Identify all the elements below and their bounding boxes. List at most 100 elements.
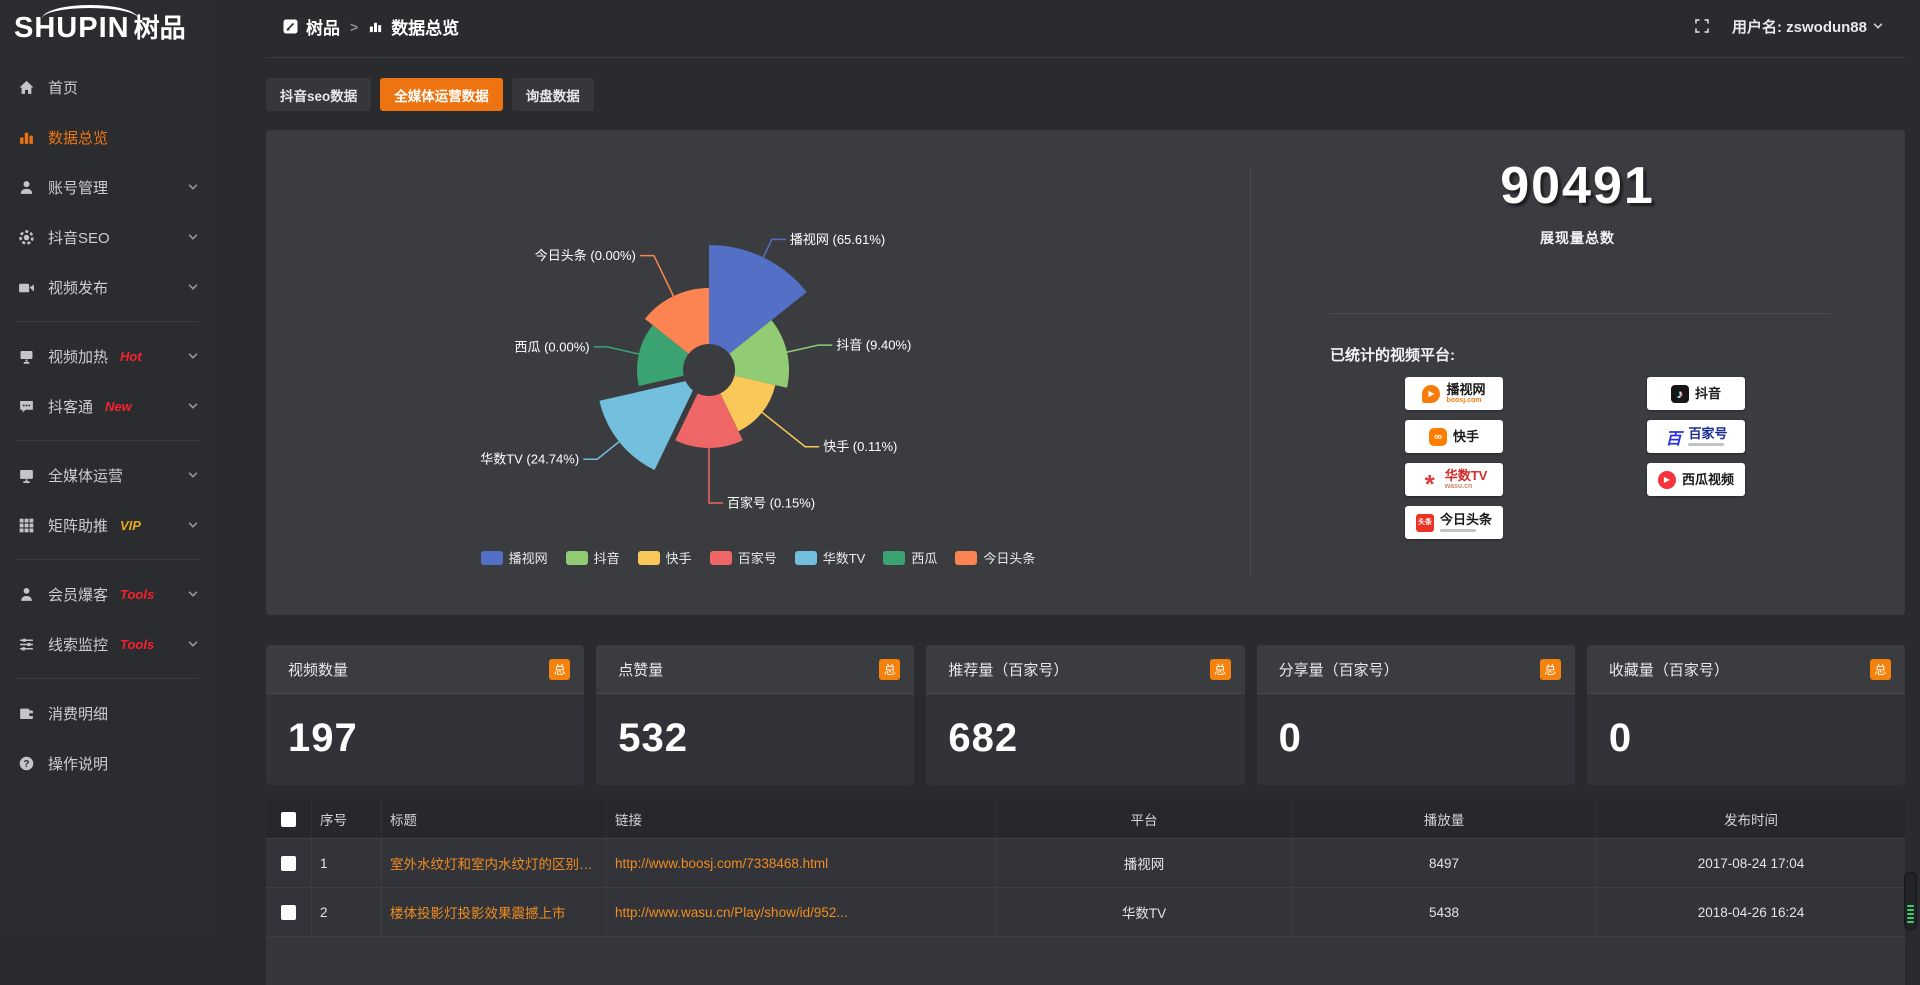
overview-icon: [368, 19, 383, 34]
video-url-link[interactable]: http://www.wasu.cn/Play/show/id/952...: [615, 905, 848, 920]
legend-item[interactable]: 百家号: [710, 548, 777, 567]
column-header: 标题: [381, 800, 606, 838]
logo-text-cn: 树品: [134, 15, 186, 41]
total-badge: 总: [549, 659, 570, 680]
sidebar-item[interactable]: 会员爆客 Tools: [0, 569, 215, 619]
tab-1[interactable]: 全媒体运营数据: [380, 78, 503, 111]
legend-label: 西瓜: [911, 548, 937, 567]
platform-badge-toutiao: 头条 今日头条: [1405, 506, 1503, 539]
stat-card: 推荐量（百家号） 总 682: [926, 645, 1244, 785]
platform-badge-boosj: ▶ 播视网boosj.com: [1405, 377, 1503, 410]
legend-label: 快手: [666, 548, 692, 567]
table-row: 2 楼体投影灯投影效果震撼上市 http://www.wasu.cn/Play/…: [266, 887, 1905, 936]
sidebar-item[interactable]: 视频发布: [0, 262, 215, 312]
total-impressions-value: 90491: [1250, 156, 1905, 216]
sidebar-item-badge: New: [105, 399, 132, 414]
cell-no: 2: [311, 888, 381, 936]
breadcrumb-current: 数据总览: [391, 14, 459, 39]
sidebar-item-label: 全媒体运营: [48, 465, 123, 486]
legend-label: 百家号: [738, 548, 777, 567]
sliders-icon: [16, 635, 36, 653]
stat-card-value: 532: [596, 694, 914, 761]
pie-label-line: [761, 412, 819, 447]
summary-zone: 90491 展现量总数 已统计的视频平台: ▶ 播视网boosj.com∞ 快手…: [1250, 130, 1905, 615]
pie-label: 播视网 (65.61%): [790, 232, 885, 247]
platform-name: 华数TV: [1445, 469, 1488, 483]
stat-card-header: 分享量（百家号） 总: [1257, 645, 1575, 694]
legend-swatch: [795, 551, 817, 565]
platform-badges-left: ▶ 播视网boosj.com∞ 快手* 华数TVwasu.cn头条 今日头条: [1405, 377, 1503, 539]
stat-card-title: 视频数量: [288, 659, 348, 680]
video-title-link[interactable]: 楼体投影灯投影效果震撼上市: [390, 902, 566, 922]
sidebar-item[interactable]: 抖音SEO: [0, 212, 215, 262]
sidebar-item[interactable]: 消费明细: [0, 688, 215, 738]
pie-label-line: [763, 239, 786, 258]
stat-card-header: 收藏量（百家号） 总: [1587, 645, 1905, 694]
fullscreen-icon[interactable]: [1694, 18, 1710, 34]
pie-label: 快手 (0.11%): [823, 439, 897, 454]
baijiahao-logo-icon: 百: [1664, 428, 1682, 446]
cell-time: 2017-08-24 17:04: [1596, 839, 1905, 887]
chevron-down-icon: [187, 519, 199, 531]
pie-label-line: [640, 256, 674, 297]
sidebar-item[interactable]: ? 操作说明: [0, 738, 215, 788]
sidebar-item[interactable]: 视频加热 Hot: [0, 331, 215, 381]
sidebar-item-label: 线索监控: [48, 634, 108, 655]
row-checkbox[interactable]: [281, 856, 296, 871]
chart-legend: 播视网 抖音 快手 百家号 华数TV 西瓜 今日头条: [266, 548, 1250, 567]
wasu-logo-icon: *: [1421, 466, 1439, 493]
cell-title: 楼体投影灯投影效果震撼上市: [381, 888, 606, 936]
breadcrumb-separator: >: [350, 19, 358, 35]
legend-item[interactable]: 播视网: [481, 548, 548, 567]
row-checkbox[interactable]: [281, 905, 296, 920]
scrollbar-widget[interactable]: [1904, 872, 1917, 930]
stat-card-title: 分享量（百家号）: [1279, 659, 1399, 680]
rose-chart-canvas: 播视网 (65.61%)抖音 (9.40%)快手 (0.11%)百家号 (0.1…: [266, 130, 1250, 615]
stat-card: 视频数量 总 197: [266, 645, 584, 785]
video-url-link[interactable]: http://www.boosj.com/7338468.html: [615, 856, 828, 871]
select-all-checkbox[interactable]: [281, 812, 296, 827]
platform-badge-wasu: * 华数TVwasu.cn: [1405, 463, 1503, 496]
legend-swatch: [710, 551, 732, 565]
platform-subtext: boosj.com: [1446, 397, 1481, 404]
xigua-logo-icon: ▶: [1658, 471, 1676, 489]
stat-card-value: 0: [1587, 694, 1905, 761]
legend-item[interactable]: 华数TV: [795, 548, 866, 567]
platform-name: 今日头条: [1440, 513, 1492, 527]
sidebar-item[interactable]: 抖客通 New: [0, 381, 215, 431]
home-icon: [16, 78, 36, 96]
tab-bar: 抖音seo数据全媒体运营数据询盘数据: [266, 78, 594, 111]
sidebar-item[interactable]: 线索监控 Tools: [0, 619, 215, 669]
column-header: 播放量: [1291, 800, 1596, 838]
legend-item[interactable]: 抖音: [566, 548, 620, 567]
sidebar-item-label: 视频加热: [48, 346, 108, 367]
pie-label-line: [594, 347, 640, 354]
user-menu[interactable]: 用户名: zswodun88: [1732, 16, 1884, 37]
video-title-link[interactable]: 室外水纹灯和室内水纹灯的区别和简介: [390, 853, 598, 873]
pie-label: 百家号 (0.15%): [727, 496, 815, 511]
platform-subtext: wasu.cn: [1445, 483, 1473, 490]
legend-item[interactable]: 西瓜: [883, 548, 937, 567]
cell-link: http://www.boosj.com/7338468.html: [606, 839, 996, 887]
stat-card: 点赞量 总 532: [596, 645, 914, 785]
scrollbar-stripe: [1907, 909, 1914, 911]
legend-item[interactable]: 快手: [638, 548, 692, 567]
tab-2[interactable]: 询盘数据: [512, 78, 594, 111]
breadcrumb-root[interactable]: 树品: [306, 14, 340, 39]
sidebar-item[interactable]: 首页: [0, 62, 215, 112]
tab-0[interactable]: 抖音seo数据: [266, 78, 371, 111]
scrollbar-stripe: [1907, 917, 1914, 919]
sidebar-divider: [16, 321, 199, 322]
sidebar-item[interactable]: 矩阵助推 VIP: [0, 500, 215, 550]
stat-card-title: 推荐量（百家号）: [948, 659, 1068, 680]
chevron-down-icon: [187, 588, 199, 600]
sidebar-item-label: 账号管理: [48, 177, 108, 198]
sidebar-item-label: 首页: [48, 77, 78, 98]
sidebar-item[interactable]: 全媒体运营: [0, 450, 215, 500]
sidebar-item[interactable]: 账号管理: [0, 162, 215, 212]
legend-label: 抖音: [594, 548, 620, 567]
sidebar-menu: 首页 数据总览 账号管理 抖音SEO 视频发布 视频加热 Hot 抖客通 New…: [0, 56, 215, 788]
chevron-down-icon: [187, 350, 199, 362]
legend-item[interactable]: 今日头条: [955, 548, 1035, 567]
sidebar-item[interactable]: 数据总览: [0, 112, 215, 162]
